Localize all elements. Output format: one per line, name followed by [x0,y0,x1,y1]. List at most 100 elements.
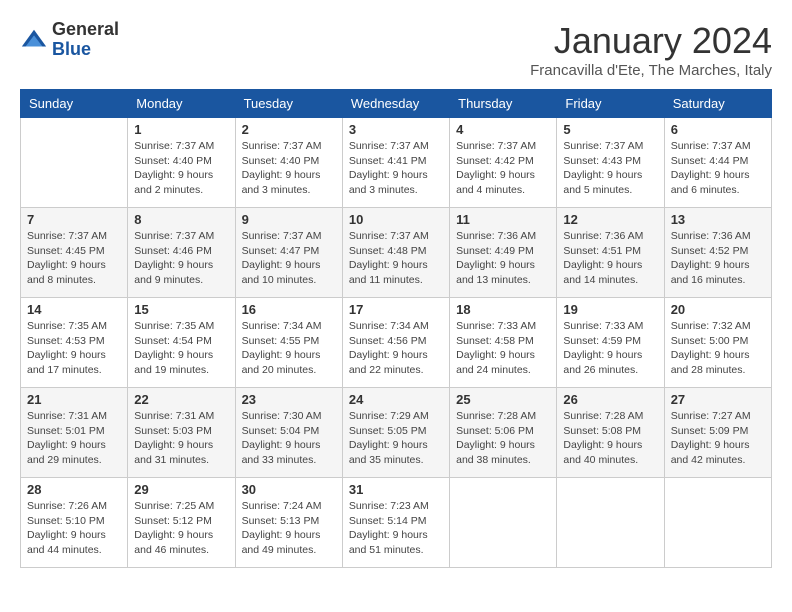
day-info: Sunrise: 7:36 AMSunset: 4:49 PMDaylight:… [456,229,550,288]
day-info: Sunrise: 7:37 AMSunset: 4:44 PMDaylight:… [671,139,765,198]
calendar-week-5: 28Sunrise: 7:26 AMSunset: 5:10 PMDayligh… [21,478,772,568]
calendar-table: Sunday Monday Tuesday Wednesday Thursday… [20,89,772,568]
day-info: Sunrise: 7:37 AMSunset: 4:45 PMDaylight:… [27,229,121,288]
day-number: 9 [242,212,336,227]
title-block: January 2024 Francavilla d'Ete, The Marc… [530,20,772,79]
calendar-cell: 11 Sunrise: 7:36 AMSunset: 4:49 PMDayligh… [450,208,557,298]
day-info: Sunrise: 7:35 AMSunset: 4:53 PMDaylight:… [27,319,121,378]
day-info: Sunrise: 7:35 AMSunset: 4:54 PMDaylight:… [134,319,228,378]
calendar-cell: 3 Sunrise: 7:37 AMSunset: 4:41 PMDaylight… [342,118,449,208]
calendar-cell: 10 Sunrise: 7:37 AMSunset: 4:48 PMDayligh… [342,208,449,298]
day-number: 10 [349,212,443,227]
calendar-cell: 28Sunrise: 7:26 AMSunset: 5:10 PMDayligh… [21,478,128,568]
logo-icon [20,26,48,54]
day-number: 27 [671,392,765,407]
day-info: Sunrise: 7:33 AMSunset: 4:59 PMDaylight:… [563,319,657,378]
calendar-cell: 7 Sunrise: 7:37 AMSunset: 4:45 PMDaylight… [21,208,128,298]
day-number: 29 [134,482,228,497]
day-number: 23 [242,392,336,407]
day-info: Sunrise: 7:31 AMSunset: 5:03 PMDaylight:… [134,409,228,468]
day-info: Sunrise: 7:25 AMSunset: 5:12 PMDaylight:… [134,499,228,558]
day-number: 15 [134,302,228,317]
header-tuesday: Tuesday [235,90,342,118]
header-thursday: Thursday [450,90,557,118]
day-info: Sunrise: 7:37 AMSunset: 4:43 PMDaylight:… [563,139,657,198]
calendar-cell [450,478,557,568]
day-info: Sunrise: 7:33 AMSunset: 4:58 PMDaylight:… [456,319,550,378]
day-number: 31 [349,482,443,497]
day-info: Sunrise: 7:36 AMSunset: 4:51 PMDaylight:… [563,229,657,288]
day-info: Sunrise: 7:23 AMSunset: 5:14 PMDaylight:… [349,499,443,558]
day-number: 19 [563,302,657,317]
location: Francavilla d'Ete, The Marches, Italy [530,62,772,79]
day-info: Sunrise: 7:28 AMSunset: 5:06 PMDaylight:… [456,409,550,468]
calendar-cell [664,478,771,568]
day-number: 1 [134,122,228,137]
calendar-cell: 13 Sunrise: 7:36 AMSunset: 4:52 PMDayligh… [664,208,771,298]
day-number: 30 [242,482,336,497]
day-info: Sunrise: 7:31 AMSunset: 5:01 PMDaylight:… [27,409,121,468]
day-info: Sunrise: 7:37 AMSunset: 4:47 PMDaylight:… [242,229,336,288]
day-info: Sunrise: 7:24 AMSunset: 5:13 PMDaylight:… [242,499,336,558]
day-info: Sunrise: 7:36 AMSunset: 4:52 PMDaylight:… [671,229,765,288]
header-wednesday: Wednesday [342,90,449,118]
page-header: General Blue January 2024 Francavilla d'… [20,20,772,79]
day-number: 2 [242,122,336,137]
logo: General Blue [20,20,119,60]
calendar-cell: 24 Sunrise: 7:29 AMSunset: 5:05 PMDayligh… [342,388,449,478]
calendar-cell: 19 Sunrise: 7:33 AMSunset: 4:59 PMDayligh… [557,298,664,388]
calendar-week-2: 7 Sunrise: 7:37 AMSunset: 4:45 PMDaylight… [21,208,772,298]
calendar-cell: 25 Sunrise: 7:28 AMSunset: 5:06 PMDayligh… [450,388,557,478]
calendar-cell: 29 Sunrise: 7:25 AMSunset: 5:12 PMDayligh… [128,478,235,568]
day-info: Sunrise: 7:37 AMSunset: 4:46 PMDaylight:… [134,229,228,288]
calendar-cell: 8 Sunrise: 7:37 AMSunset: 4:46 PMDaylight… [128,208,235,298]
day-number: 8 [134,212,228,227]
day-info: Sunrise: 7:29 AMSunset: 5:05 PMDaylight:… [349,409,443,468]
header-row: Sunday Monday Tuesday Wednesday Thursday… [21,90,772,118]
calendar-cell [557,478,664,568]
day-number: 3 [349,122,443,137]
header-friday: Friday [557,90,664,118]
calendar-body: 1 Sunrise: 7:37 AMSunset: 4:40 PMDaylight… [21,118,772,568]
month-title: January 2024 [530,20,772,62]
day-number: 20 [671,302,765,317]
day-number: 26 [563,392,657,407]
day-number: 11 [456,212,550,227]
header-monday: Monday [128,90,235,118]
day-number: 7 [27,212,121,227]
day-number: 25 [456,392,550,407]
calendar-cell: 14 Sunrise: 7:35 AMSunset: 4:53 PMDayligh… [21,298,128,388]
calendar-cell: 27Sunrise: 7:27 AMSunset: 5:09 PMDayligh… [664,388,771,478]
day-number: 22 [134,392,228,407]
calendar-week-3: 14 Sunrise: 7:35 AMSunset: 4:53 PMDayligh… [21,298,772,388]
calendar-cell: 31 Sunrise: 7:23 AMSunset: 5:14 PMDayligh… [342,478,449,568]
day-number: 24 [349,392,443,407]
calendar-cell [21,118,128,208]
day-number: 4 [456,122,550,137]
header-saturday: Saturday [664,90,771,118]
calendar-cell: 4 Sunrise: 7:37 AMSunset: 4:42 PMDaylight… [450,118,557,208]
calendar-cell: 1Sunrise: 7:37 AMSunset: 4:40 PMDaylight… [128,118,235,208]
calendar-cell: 22 Sunrise: 7:31 AMSunset: 5:03 PMDayligh… [128,388,235,478]
calendar-cell: 12Sunrise: 7:36 AMSunset: 4:51 PMDayligh… [557,208,664,298]
calendar-cell: 15 Sunrise: 7:35 AMSunset: 4:54 PMDayligh… [128,298,235,388]
day-info: Sunrise: 7:37 AMSunset: 4:41 PMDaylight:… [349,139,443,198]
day-info: Sunrise: 7:37 AMSunset: 4:42 PMDaylight:… [456,139,550,198]
calendar-cell: 9 Sunrise: 7:37 AMSunset: 4:47 PMDaylight… [235,208,342,298]
day-info: Sunrise: 7:37 AMSunset: 4:48 PMDaylight:… [349,229,443,288]
day-info: Sunrise: 7:34 AMSunset: 4:56 PMDaylight:… [349,319,443,378]
calendar-cell: 17Sunrise: 7:34 AMSunset: 4:56 PMDayligh… [342,298,449,388]
day-number: 14 [27,302,121,317]
calendar-week-4: 21Sunrise: 7:31 AMSunset: 5:01 PMDayligh… [21,388,772,478]
calendar-cell: 18Sunrise: 7:33 AMSunset: 4:58 PMDayligh… [450,298,557,388]
calendar-cell: 20 Sunrise: 7:32 AMSunset: 5:00 PMDayligh… [664,298,771,388]
day-info: Sunrise: 7:32 AMSunset: 5:00 PMDaylight:… [671,319,765,378]
calendar-cell: 16Sunrise: 7:34 AMSunset: 4:55 PMDayligh… [235,298,342,388]
day-info: Sunrise: 7:37 AMSunset: 4:40 PMDaylight:… [242,139,336,198]
calendar-header: Sunday Monday Tuesday Wednesday Thursday… [21,90,772,118]
day-info: Sunrise: 7:30 AMSunset: 5:04 PMDaylight:… [242,409,336,468]
header-sunday: Sunday [21,90,128,118]
day-info: Sunrise: 7:34 AMSunset: 4:55 PMDaylight:… [242,319,336,378]
day-number: 13 [671,212,765,227]
day-number: 6 [671,122,765,137]
